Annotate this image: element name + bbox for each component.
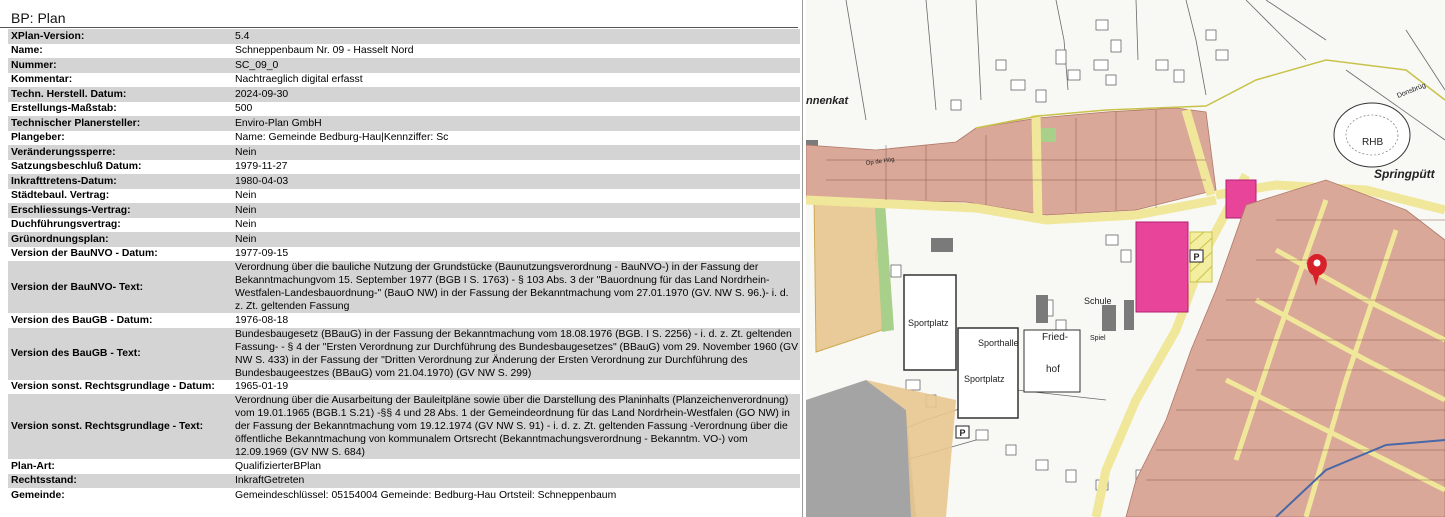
attribute-row: Version des BauGB - Datum: 1976-08-18 — [8, 313, 800, 328]
attribute-value: 1980-04-03 — [231, 174, 800, 189]
attribute-row: Nummer: SC_09_0 — [8, 58, 800, 73]
attribute-row: Gemeinde: Gemeindeschlüssel: 05154004 Gem… — [8, 488, 800, 503]
attribute-row: Name: Schneppenbaum Nr. 09 - Hasselt Nord — [8, 43, 800, 58]
mixed-use-zone-west — [813, 189, 885, 353]
attribute-label: Rechtsstand: — [8, 473, 231, 488]
commercial-zone — [1135, 221, 1189, 313]
label-rhb: RHB — [1362, 137, 1383, 148]
label-spiel: Spiel — [1090, 335, 1106, 342]
attribute-value: 1976-08-18 — [231, 313, 800, 328]
parking-label-1: P — [960, 428, 966, 438]
label-springputt: Springpütt — [1374, 167, 1436, 181]
attribute-label: Version sonst. Rechtsgrundlage - Text: — [8, 394, 231, 459]
map-view[interactable]: nnenkat Springpütt RHB Sportplatz Sportp… — [806, 0, 1445, 517]
attribute-label: Version der BauNVO- Text: — [8, 261, 231, 313]
attribute-label: Kommentar: — [8, 72, 231, 87]
label-hof: hof — [1046, 364, 1060, 375]
attribute-value: 2024-09-30 — [231, 87, 800, 102]
attribute-label: Satzungsbeschluß Datum: — [8, 159, 231, 174]
attribute-label: Gemeinde: — [8, 488, 231, 503]
attribute-value: 5.4 — [231, 29, 800, 44]
attribute-row: Inkrafttretens-Datum: 1980-04-03 — [8, 174, 800, 189]
attribute-row: Grünordnungsplan: Nein — [8, 232, 800, 247]
attribute-label: Technischer Planersteller: — [8, 116, 231, 131]
attribute-table-body: XPlan-Version: 5.4 Name: Schneppenbaum Nr. … — [8, 29, 800, 503]
attribute-value: SC_09_0 — [231, 58, 800, 73]
attribute-label: Städtebaul. Vertrag: — [8, 188, 231, 203]
attribute-label: Erschliessungs-Vertrag: — [8, 203, 231, 218]
attribute-row: Erstellungs-Maßstab: 500 — [8, 101, 800, 116]
parking-icon: P — [1189, 249, 1204, 263]
feature-info-panel: BP: Plan XPlan-Version: 5.4 Name: Schneppen… — [0, 0, 803, 517]
attribute-label: Version der BauNVO - Datum: — [8, 246, 231, 261]
attribute-value: Verordnung über die Ausarbeitung der Bau… — [231, 394, 800, 459]
attribute-row: Version des BauGB - Text: Bundesbaugesetz… — [8, 327, 800, 380]
attribute-value: Nein — [231, 145, 800, 160]
attribute-label: Version des BauGB - Datum: — [8, 313, 231, 328]
attribute-label: Plan-Art: — [8, 459, 231, 474]
attribute-value: 1977-09-15 — [231, 246, 800, 261]
label-sporthalle: Sporthalle — [978, 338, 1019, 348]
attribute-label: Erstellungs-Maßstab: — [8, 101, 231, 116]
attribute-value: Bundesbaugesetz (BBauG) in der Fassung d… — [231, 327, 800, 380]
attribute-label: Duchführungsvertrag: — [8, 217, 231, 232]
attribute-value: QualifizierterBPlan — [231, 459, 800, 474]
attribute-value: 500 — [231, 101, 800, 116]
attribute-label: Version des BauGB - Text: — [8, 327, 231, 380]
attribute-row: Städtebaul. Vertrag: Nein — [8, 188, 800, 203]
attribute-row: Version sonst. Rechtsgrundlage - Text: Ve… — [8, 394, 800, 459]
attribute-label: Plangeber: — [8, 130, 231, 145]
rhb-pond — [1333, 102, 1411, 168]
attribute-label: Grünordnungsplan: — [8, 232, 231, 247]
parking-label-2: P — [1194, 252, 1200, 262]
attribute-value: 1979-11-27 — [231, 159, 800, 174]
attribute-table: XPlan-Version: 5.4 Name: Schneppenbaum Nr. … — [8, 29, 800, 503]
attribute-row: Plangeber: Name: Gemeinde Bedburg-Hau|Ken… — [8, 130, 800, 145]
attribute-label: Name: — [8, 43, 231, 58]
attribute-row: Version der BauNVO- Text: Verordnung über… — [8, 261, 800, 313]
attribute-value: Nein — [231, 217, 800, 232]
attribute-row: Version sonst. Rechtsgrundlage - Datum: 1… — [8, 379, 800, 394]
attribute-row: Techn. Herstell. Datum: 2024-09-30 — [8, 87, 800, 102]
attribute-row: Technischer Planersteller: Enviro-Plan Gm… — [8, 116, 800, 131]
attribute-row: Duchführungsvertrag: Nein — [8, 217, 800, 232]
attribute-value: Verordnung über die bauliche Nutzung der… — [231, 261, 800, 313]
attribute-label: Version sonst. Rechtsgrundlage - Datum: — [8, 379, 231, 394]
parking-icon: P — [955, 425, 970, 439]
attribute-value: Schneppenbaum Nr. 09 - Hasselt Nord — [231, 43, 800, 58]
attribute-row: Version der BauNVO - Datum: 1977-09-15 — [8, 246, 800, 261]
attribute-label: Techn. Herstell. Datum: — [8, 87, 231, 102]
attribute-row: Plan-Art: QualifizierterBPlan — [8, 459, 800, 474]
attribute-value: Nein — [231, 188, 800, 203]
attribute-row: Veränderungssperre: Nein — [8, 145, 800, 160]
label-nnenkat: nnenkat — [806, 95, 850, 107]
attribute-label: Inkrafttretens-Datum: — [8, 174, 231, 189]
attribute-value: Name: Gemeinde Bedburg-Hau|Kennziffer: S… — [231, 130, 800, 145]
attribute-label: Veränderungssperre: — [8, 145, 231, 160]
attribute-value: Gemeindeschlüssel: 05154004 Gemeinde: Be… — [231, 488, 800, 503]
label-fried: Fried- — [1042, 332, 1068, 343]
label-sportplatz-2: Sportplatz — [964, 374, 1005, 384]
label-sportplatz-1: Sportplatz — [908, 318, 949, 328]
attribute-value: Nachtraeglich digital erfasst — [231, 72, 800, 87]
panel-title: BP: Plan — [0, 0, 798, 28]
attribute-row: Erschliessungs-Vertrag: Nein — [8, 203, 800, 218]
attribute-label: Nummer: — [8, 58, 231, 73]
label-schule: Schule — [1084, 296, 1112, 306]
attribute-value: 1965-01-19 — [231, 379, 800, 394]
attribute-value: Enviro-Plan GmbH — [231, 116, 800, 131]
attribute-row: Rechtsstand: InkraftGetreten — [8, 473, 800, 488]
attribute-value: InkraftGetreten — [231, 473, 800, 488]
attribute-value: Nein — [231, 203, 800, 218]
attribute-row: XPlan-Version: 5.4 — [8, 29, 800, 44]
attribute-label: XPlan-Version: — [8, 29, 231, 44]
attribute-value: Nein — [231, 232, 800, 247]
attribute-row: Kommentar: Nachtraeglich digital erfasst — [8, 72, 800, 87]
map-canvas[interactable]: nnenkat Springpütt RHB Sportplatz Sportp… — [806, 0, 1445, 517]
attribute-row: Satzungsbeschluß Datum: 1979-11-27 — [8, 159, 800, 174]
